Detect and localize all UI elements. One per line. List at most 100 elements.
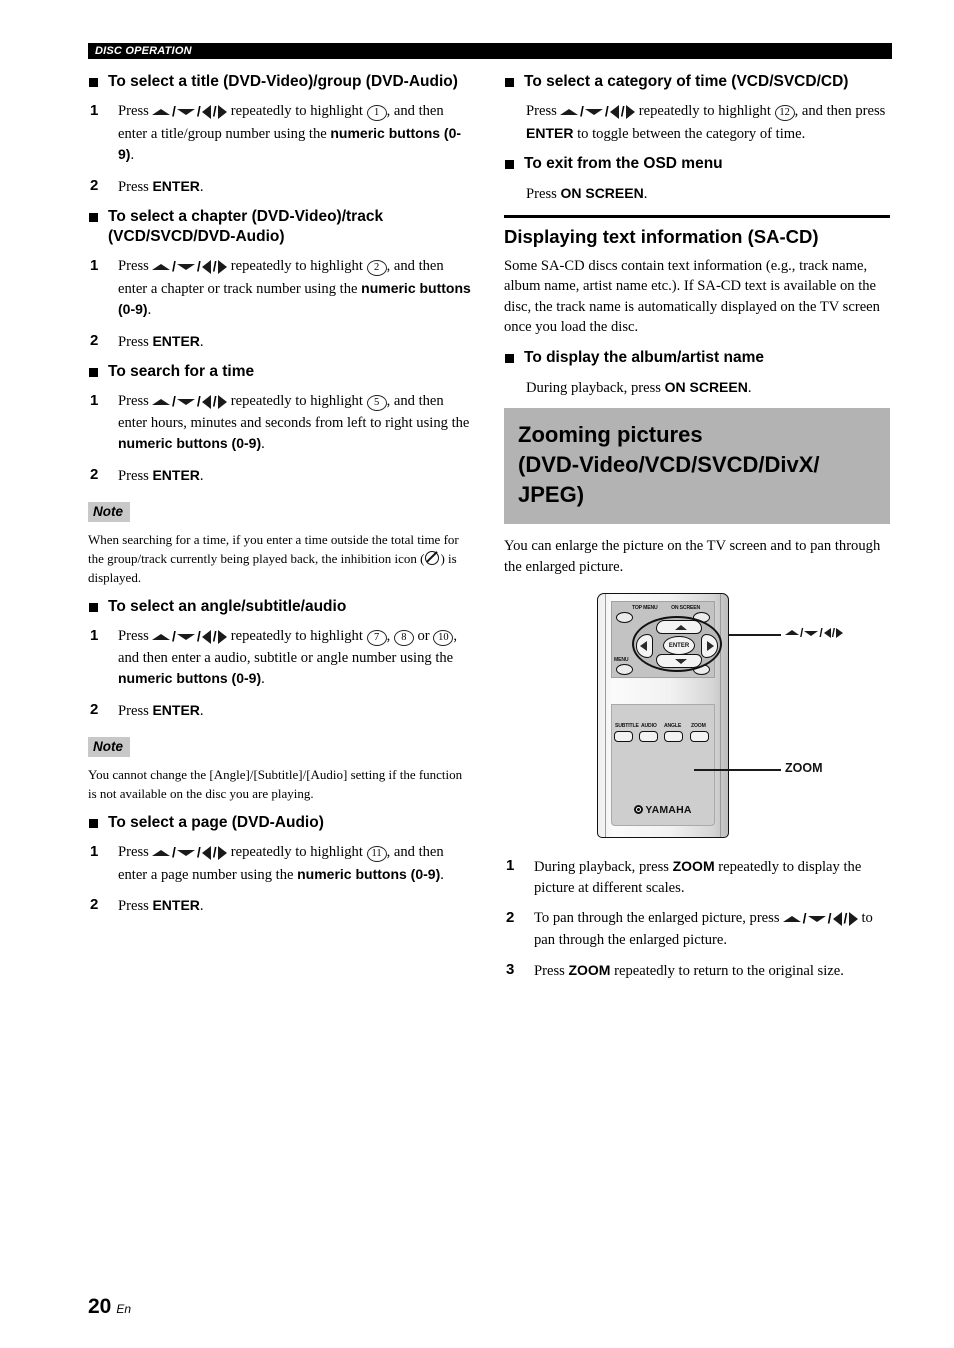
yamaha-wordmark: YAMAHA [645, 804, 692, 816]
step-bold-term: numeric buttons (0-9) [118, 670, 262, 686]
step-text-end: . [261, 436, 265, 452]
heading-search-for-time: To search for a time [88, 362, 474, 382]
circled-number: 5 [366, 395, 387, 411]
para-pre: Press [526, 186, 561, 202]
step-text-pre: Press [118, 628, 153, 644]
step-text-pre: Press [118, 103, 153, 119]
step-text-pre: Press [118, 333, 153, 350]
step-text-pre: During playback, press [534, 859, 673, 875]
step-number: 2 [90, 700, 99, 718]
arrow-down-icon [177, 399, 196, 406]
step-text-pre: Press [118, 258, 153, 274]
arrow-left-icon [202, 846, 212, 861]
step-text-end: . [199, 467, 204, 484]
step-text-pre: Press [118, 844, 153, 860]
inhibition-icon [425, 551, 440, 565]
note-badge: Note [88, 502, 130, 522]
category-of-time-paragraph: Press / / / repeatedly to highlight 12, an… [526, 101, 890, 144]
step-text-end: . [199, 333, 204, 350]
right-button[interactable] [701, 634, 718, 658]
arrow-keys-glyph: / / / [152, 842, 228, 864]
note-block: Note You cannot change the [Angle]/[Subt… [88, 731, 474, 803]
circled-number: 8 [393, 630, 414, 646]
para-end: . [747, 379, 752, 396]
step-text-mid: repeatedly to highlight [227, 258, 367, 274]
angle-button[interactable] [664, 731, 683, 742]
heading-select-category-of-time: To select a category of time (VCD/SVCD/C… [504, 72, 890, 92]
step-number: 1 [90, 102, 99, 119]
step-bold-term: numeric buttons (0-9) [118, 435, 262, 451]
step-text-pre: Press [534, 963, 569, 979]
zoom-heading-line-3: JPEG) [518, 482, 585, 507]
top-menu-label: TOP MENU [632, 605, 658, 611]
up-button[interactable] [656, 620, 702, 634]
arrow-left-icon [202, 260, 212, 275]
left-column: To select a title (DVD-Video)/group (DVD… [88, 72, 474, 927]
circled-number: 11 [366, 846, 387, 862]
step-number: 2 [90, 465, 99, 483]
down-button[interactable] [656, 654, 702, 668]
arrow-keys-glyph: / / / [152, 391, 228, 413]
para-mid: repeatedly to highlight [635, 103, 775, 119]
arrow-right-icon [218, 846, 228, 861]
arrow-up-icon [152, 849, 171, 856]
step-text-mid: repeatedly to highlight [227, 844, 367, 860]
subtitle-label: SUBTITLE [615, 723, 639, 729]
arrow-down-icon [177, 109, 196, 116]
arrow-keys-glyph: / / / [783, 908, 858, 930]
callout-line-zoom [694, 769, 781, 771]
arrow-up-icon [785, 630, 799, 636]
step-number: 2 [506, 909, 515, 926]
angle-label: ANGLE [664, 723, 682, 729]
circled-number: 12 [774, 105, 795, 121]
step-text-end: . [440, 866, 444, 883]
step-number: 1 [90, 627, 99, 644]
arrow-down-icon [177, 264, 196, 271]
step-item: 3 Press ZOOM repeatedly to return to the… [504, 960, 890, 982]
arrow-right-icon [848, 912, 858, 927]
sacd-paragraph: Some SA-CD discs contain text informatio… [504, 257, 880, 336]
remote-lower-panel: SUBTITLE AUDIO ANGLE ZOOM YAMAHA [611, 704, 715, 826]
menu-label: MENU [614, 657, 629, 663]
step-text-end: . [130, 147, 135, 163]
para-pre: During playback, press [526, 379, 665, 396]
step-text-pre: To pan through the enlarged picture, pre… [534, 910, 784, 926]
step-text-end: . [199, 178, 204, 195]
arrow-down-icon [177, 850, 196, 857]
step-bold-term: ZOOM [672, 858, 715, 874]
step-number: 1 [90, 257, 99, 274]
zoom-label: ZOOM [691, 723, 706, 729]
heading-select-angle-subtitle-audio: To select an angle/subtitle/audio [88, 597, 474, 617]
heading-select-title-group: To select a title (DVD-Video)/group (DVD… [88, 72, 474, 92]
step-text-end: . [199, 898, 204, 914]
arrow-keys-glyph: / / / [152, 256, 228, 278]
step-item: 2 Press ENTER. [88, 465, 474, 487]
arrow-down-icon [675, 659, 687, 664]
para-bold-term: ON SCREEN [664, 378, 748, 395]
step-item: 2 Press ENTER. [88, 176, 474, 198]
arrow-left-icon [202, 105, 212, 120]
audio-label: AUDIO [641, 723, 657, 729]
note-block: Note When searching for a time, if you e… [88, 496, 474, 587]
arrow-right-icon [836, 628, 844, 639]
step-bold-term: numeric buttons (0-9) [297, 865, 441, 882]
step-text-pre: Press [118, 702, 153, 719]
album-artist-paragraph: During playback, press ON SCREEN. [526, 377, 890, 399]
note-badge: Note [88, 737, 130, 757]
left-button[interactable] [636, 634, 653, 658]
arrow-keys-glyph: / / / [152, 626, 228, 648]
zoom-intro-paragraph: You can enlarge the picture on the TV sc… [504, 538, 881, 575]
step-bold-term: ENTER [152, 177, 200, 194]
zoom-button[interactable] [690, 731, 709, 742]
menu-button[interactable] [616, 664, 633, 675]
subtitle-button[interactable] [614, 731, 633, 742]
section-divider-rule [504, 214, 890, 218]
arrow-up-icon [152, 398, 171, 405]
top-menu-button[interactable] [616, 612, 633, 623]
circled-number: 2 [366, 260, 387, 276]
audio-button[interactable] [639, 731, 658, 742]
enter-button[interactable]: ENTER [663, 636, 695, 655]
heading-displaying-text-information: Displaying text information (SA-CD) [504, 225, 819, 247]
step-text-pre: Press [118, 898, 153, 914]
para-end: to toggle between the category of time. [573, 125, 806, 142]
